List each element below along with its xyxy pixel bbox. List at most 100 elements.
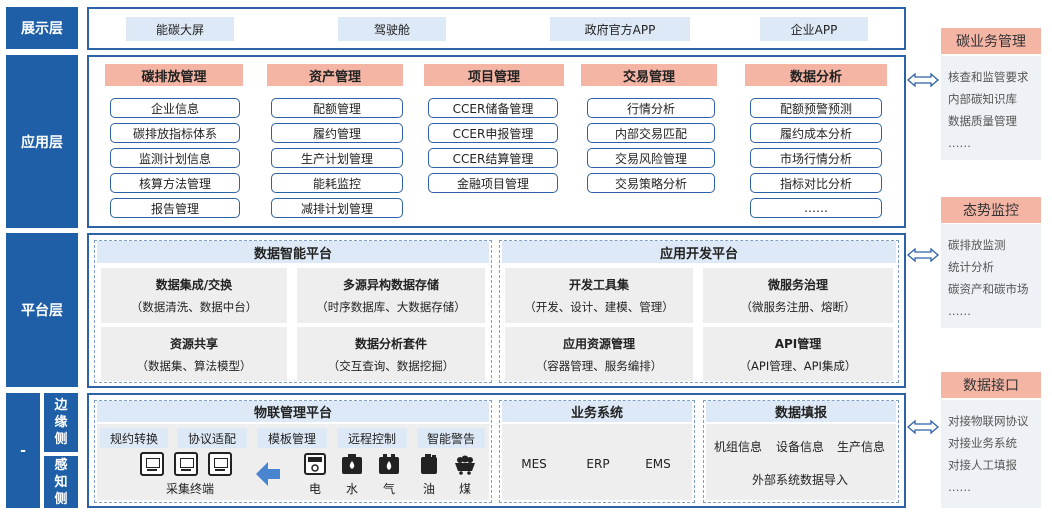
data-storage-cell[interactable]: 多源异构数据存储 （时序数据库、大数据存储） [297, 268, 485, 323]
right-panel-line: …… [948, 136, 971, 150]
app-item-project[interactable]: 金融项目管理 [428, 173, 558, 193]
display-layer-label: 展示层 [6, 7, 78, 49]
app-item-asset[interactable]: 生产计划管理 [271, 148, 403, 168]
right-panel-line: 碳排放监测 [948, 238, 1006, 252]
tag-smart-alarm[interactable]: 智能警告 [417, 428, 485, 448]
double-arrow-icon [907, 72, 939, 88]
app-item-project[interactable]: CCER申报管理 [428, 123, 558, 143]
left-arrow-icon [256, 462, 280, 486]
right-panel-line: 对接物联网协议 [948, 414, 1029, 428]
app-item-trading[interactable]: 交易风险管理 [587, 148, 715, 168]
right-panel-body-carbon-business: 核查和监管要求 内部碳知识库 数据质量管理 …… [941, 56, 1041, 160]
app-item-data-analysis[interactable]: …… [750, 198, 882, 218]
system-ems[interactable]: EMS [636, 455, 680, 473]
data-analysis-cell[interactable]: 数据分析套件 （交互查询、数据挖掘） [297, 327, 485, 381]
report-external-import[interactable]: 外部系统数据导入 [730, 470, 870, 488]
cell-sub: （容器管理、服务编排） [535, 358, 663, 373]
right-panel-line: …… [948, 304, 971, 318]
app-item-carbon-emission[interactable]: 报告管理 [110, 198, 240, 218]
cell-title: 微服务治理 [767, 278, 828, 292]
dev-tools-cell[interactable]: 开发工具集 （开发、设计、建模、管理） [505, 268, 693, 323]
app-item-project[interactable]: CCER储备管理 [428, 98, 558, 118]
app-item-asset[interactable]: 履约管理 [271, 123, 403, 143]
cell-title: 数据分析套件 [354, 336, 427, 351]
app-item-asset[interactable]: 减排计划管理 [271, 198, 403, 218]
cell-title: 应用资源管理 [562, 336, 635, 351]
energy-label-coal: 煤 [458, 481, 471, 496]
terminal-device-icon [174, 452, 198, 476]
app-item-asset[interactable]: 配额管理 [271, 98, 403, 118]
app-column-title-carbon-emission[interactable]: 碳排放管理 [105, 64, 243, 86]
cell-sub: （API管理、API集成） [739, 358, 857, 373]
display-item-cockpit[interactable]: 驾驶舱 [338, 17, 446, 41]
app-item-trading[interactable]: 交易策略分析 [587, 173, 715, 193]
system-erp[interactable]: ERP [576, 455, 620, 473]
right-panel-body-situation-monitor: 碳排放监测 统计分析 碳资产和碳市场 …… [941, 224, 1041, 328]
edge-side-text: 边缘侧 [54, 398, 68, 447]
cell-sub: （微服务注册、熔断） [740, 300, 856, 314]
report-unit-info[interactable]: 机组信息 [708, 437, 768, 455]
tag-remote-control[interactable]: 远程控制 [337, 428, 407, 448]
cell-sub: （时序数据库、大数据存储） [316, 300, 466, 314]
app-item-data-analysis[interactable]: 市场行情分析 [750, 148, 882, 168]
cell-title: 多源异构数据存储 [342, 278, 439, 292]
right-panel-line: 对接人工填报 [948, 458, 1017, 472]
microservice-cell[interactable]: 微服务治理 （微服务注册、熔断） [703, 268, 893, 323]
app-item-carbon-emission[interactable]: 企业信息 [110, 98, 240, 118]
app-column-title-trading[interactable]: 交易管理 [581, 64, 717, 86]
terminal-device-icon [140, 452, 164, 476]
sense-side-text: 感知侧 [54, 457, 68, 507]
data-integration-cell[interactable]: 数据集成/交换 （数据清洗、数据中台） [101, 268, 287, 323]
system-mes[interactable]: MES [512, 455, 556, 473]
oil-icon [421, 454, 437, 474]
app-column-title-project[interactable]: 项目管理 [424, 64, 564, 86]
app-item-trading[interactable]: 内部交易匹配 [587, 123, 715, 143]
application-layer-label: 应用层 [6, 55, 78, 228]
app-item-data-analysis[interactable]: 履约成本分析 [750, 123, 882, 143]
right-panel-line: 对接业务系统 [948, 436, 1017, 450]
cell-title: 开发工具集 [568, 278, 629, 292]
iot-platform-title: 物联管理平台 [97, 401, 489, 422]
electricity-meter-icon [304, 453, 326, 475]
right-panel-line: 内部碳知识库 [948, 92, 1017, 106]
tag-template-manage[interactable]: 模板管理 [257, 428, 327, 448]
right-panel-line: 数据质量管理 [948, 114, 1017, 128]
terminal-device-icon [208, 452, 232, 476]
platform-layer-label: 平台层 [6, 233, 78, 387]
report-production-info[interactable]: 生产信息 [830, 437, 892, 455]
cell-title: 数据集成/交换 [155, 278, 233, 292]
app-column-title-data-analysis[interactable]: 数据分析 [745, 64, 887, 86]
data-report-title: 数据填报 [706, 401, 896, 422]
double-arrow-icon [907, 247, 939, 263]
display-item-enterprise-app[interactable]: 企业APP [760, 17, 868, 41]
app-item-project[interactable]: CCER结算管理 [428, 148, 558, 168]
cell-title: API管理 [774, 336, 822, 351]
app-item-trading[interactable]: 行情分析 [587, 98, 715, 118]
app-item-asset[interactable]: 能耗监控 [271, 173, 403, 193]
app-resource-cell[interactable]: 应用资源管理 （容器管理、服务编排） [505, 327, 693, 381]
dev-platform-title: 应用开发平台 [502, 241, 896, 263]
report-device-info[interactable]: 设备信息 [770, 437, 830, 455]
data-platform-title: 数据智能平台 [97, 241, 489, 263]
app-item-carbon-emission[interactable]: 核算方法管理 [110, 173, 240, 193]
cell-sub: （数据清洗、数据中台） [130, 300, 258, 314]
right-panel-line: 核查和监管要求 [948, 70, 1029, 84]
business-system-title: 业务系统 [502, 401, 692, 422]
display-item-gov-app[interactable]: 政府官方APP [550, 17, 690, 41]
tag-protocol-convert[interactable]: 规约转换 [100, 428, 168, 448]
data-report-body [706, 424, 896, 500]
app-item-carbon-emission[interactable]: 监测计划信息 [110, 148, 240, 168]
app-item-data-analysis[interactable]: 配额预警预测 [750, 98, 882, 118]
display-item-big-screen[interactable]: 能碳大屏 [126, 17, 234, 41]
app-item-carbon-emission[interactable]: 碳排放指标体系 [110, 123, 240, 143]
tag-protocol-adapt[interactable]: 协议适配 [177, 428, 247, 448]
edge-layer-dash: - [6, 393, 40, 508]
app-item-data-analysis[interactable]: 指标对比分析 [750, 173, 882, 193]
gas-icon [379, 454, 399, 474]
right-panel-title-data-interface: 数据接口 [941, 372, 1041, 398]
cell-sub: （开发、设计、建模、管理） [524, 300, 674, 314]
api-manage-cell[interactable]: API管理 （API管理、API集成） [703, 327, 893, 381]
water-icon [342, 454, 362, 474]
resource-share-cell[interactable]: 资源共享 （数据集、算法模型） [101, 327, 287, 381]
app-column-title-asset[interactable]: 资产管理 [267, 64, 403, 86]
